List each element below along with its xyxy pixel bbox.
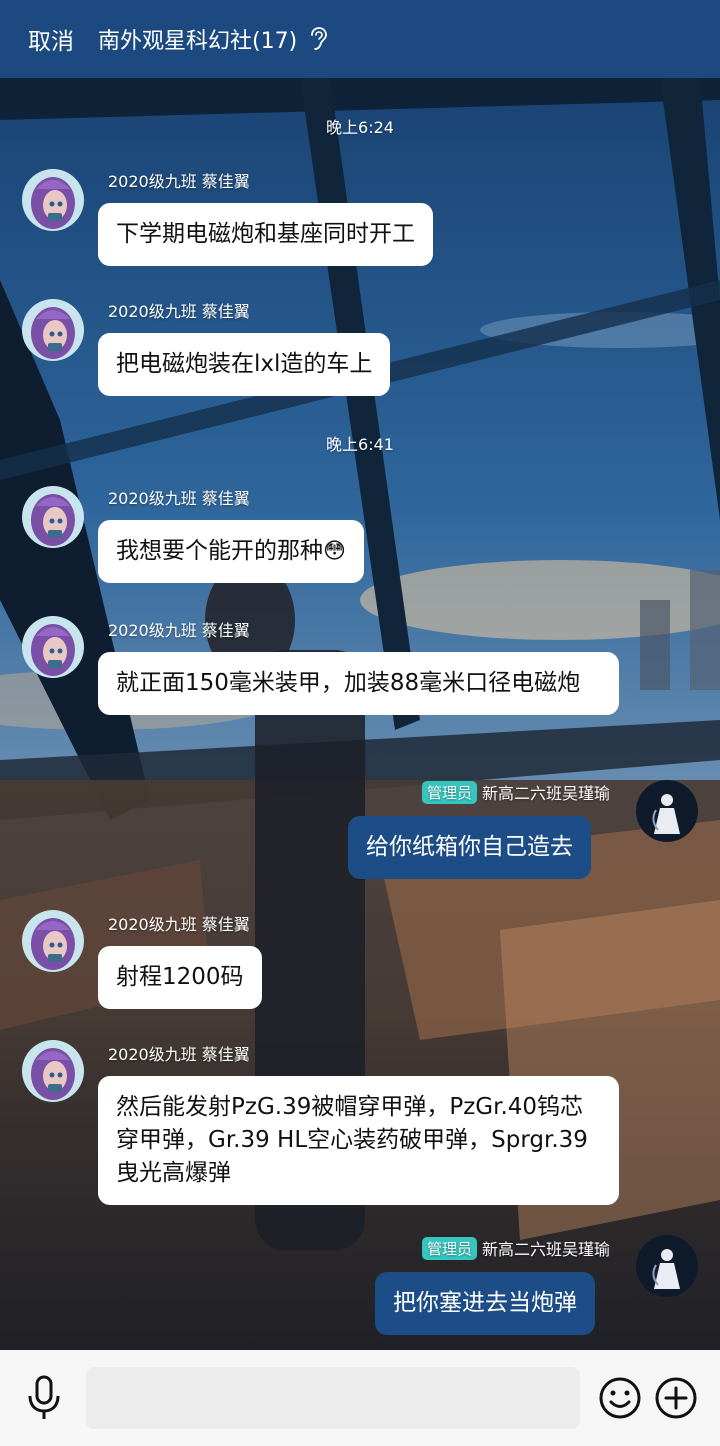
sender-name-text: 新高二六班吴瑾瑜 bbox=[481, 1240, 610, 1259]
admin-badge: 管理员 bbox=[421, 1237, 477, 1260]
message-bubble[interactable]: 把电磁炮装在lxl造的车上 bbox=[98, 333, 391, 396]
avatar[interactable] bbox=[22, 910, 84, 972]
avatar[interactable] bbox=[22, 616, 84, 678]
flushed-emoji-icon: 😳 bbox=[323, 539, 346, 564]
avatar[interactable] bbox=[22, 1040, 84, 1102]
composer-bar bbox=[0, 1350, 720, 1446]
sender-name: 2020级九班 蔡佳翼 bbox=[108, 302, 250, 321]
sender-name-text: 新高二六班吴瑾瑜 bbox=[481, 784, 610, 803]
message-bubble[interactable]: 就正面150毫米装甲，加装88毫米口径电磁炮 bbox=[98, 652, 619, 715]
ear-icon[interactable] bbox=[307, 26, 329, 52]
message-text: 我想要个能开的那种 bbox=[116, 538, 323, 564]
message-bubble[interactable]: 然后能发射PzG.39被帽穿甲弹，PzGr.40钨芯穿甲弹，Gr.39 HL空心… bbox=[98, 1076, 619, 1205]
avatar[interactable] bbox=[22, 486, 84, 548]
avatar[interactable] bbox=[22, 299, 84, 361]
message-bubble[interactable]: 射程1200码 bbox=[98, 946, 262, 1009]
sender-name: 2020级九班 蔡佳翼 bbox=[108, 915, 250, 934]
message-bubble[interactable]: 把你塞进去当炮弹 bbox=[375, 1272, 595, 1335]
message-bubble[interactable]: 给你纸箱你自己造去 bbox=[348, 816, 591, 879]
message-list[interactable]: 晚上6:24 2020级九班 蔡佳翼 下学期电磁炮和基座同时开工 2020级九班… bbox=[0, 78, 720, 1350]
admin-badge: 管理员 bbox=[421, 781, 477, 804]
timestamp: 晚上6:24 bbox=[326, 118, 394, 137]
message-input[interactable] bbox=[86, 1367, 580, 1429]
sender-name: 管理员 新高二六班吴瑾瑜 bbox=[300, 780, 610, 804]
group-title: 南外观星科幻社(17) bbox=[98, 29, 298, 54]
sender-name: 2020级九班 蔡佳翼 bbox=[108, 1045, 250, 1064]
sender-name: 2020级九班 蔡佳翼 bbox=[108, 621, 250, 640]
message-bubble[interactable]: 我想要个能开的那种😳 bbox=[98, 520, 364, 583]
sender-name: 2020级九班 蔡佳翼 bbox=[108, 172, 250, 191]
message-bubble[interactable]: 下学期电磁炮和基座同时开工 bbox=[98, 203, 433, 266]
avatar[interactable] bbox=[22, 169, 84, 231]
mic-icon[interactable] bbox=[24, 1374, 64, 1422]
avatar[interactable] bbox=[636, 780, 698, 842]
sender-name: 2020级九班 蔡佳翼 bbox=[108, 489, 250, 508]
avatar[interactable] bbox=[636, 1235, 698, 1297]
top-bar: 取消 南外观星科幻社(17) bbox=[0, 0, 720, 78]
smile-icon[interactable] bbox=[598, 1376, 642, 1420]
timestamp: 晚上6:41 bbox=[326, 435, 394, 454]
sender-name: 管理员 新高二六班吴瑾瑜 bbox=[300, 1236, 610, 1260]
cancel-button[interactable]: 取消 bbox=[28, 22, 74, 56]
plus-icon[interactable] bbox=[654, 1376, 698, 1420]
